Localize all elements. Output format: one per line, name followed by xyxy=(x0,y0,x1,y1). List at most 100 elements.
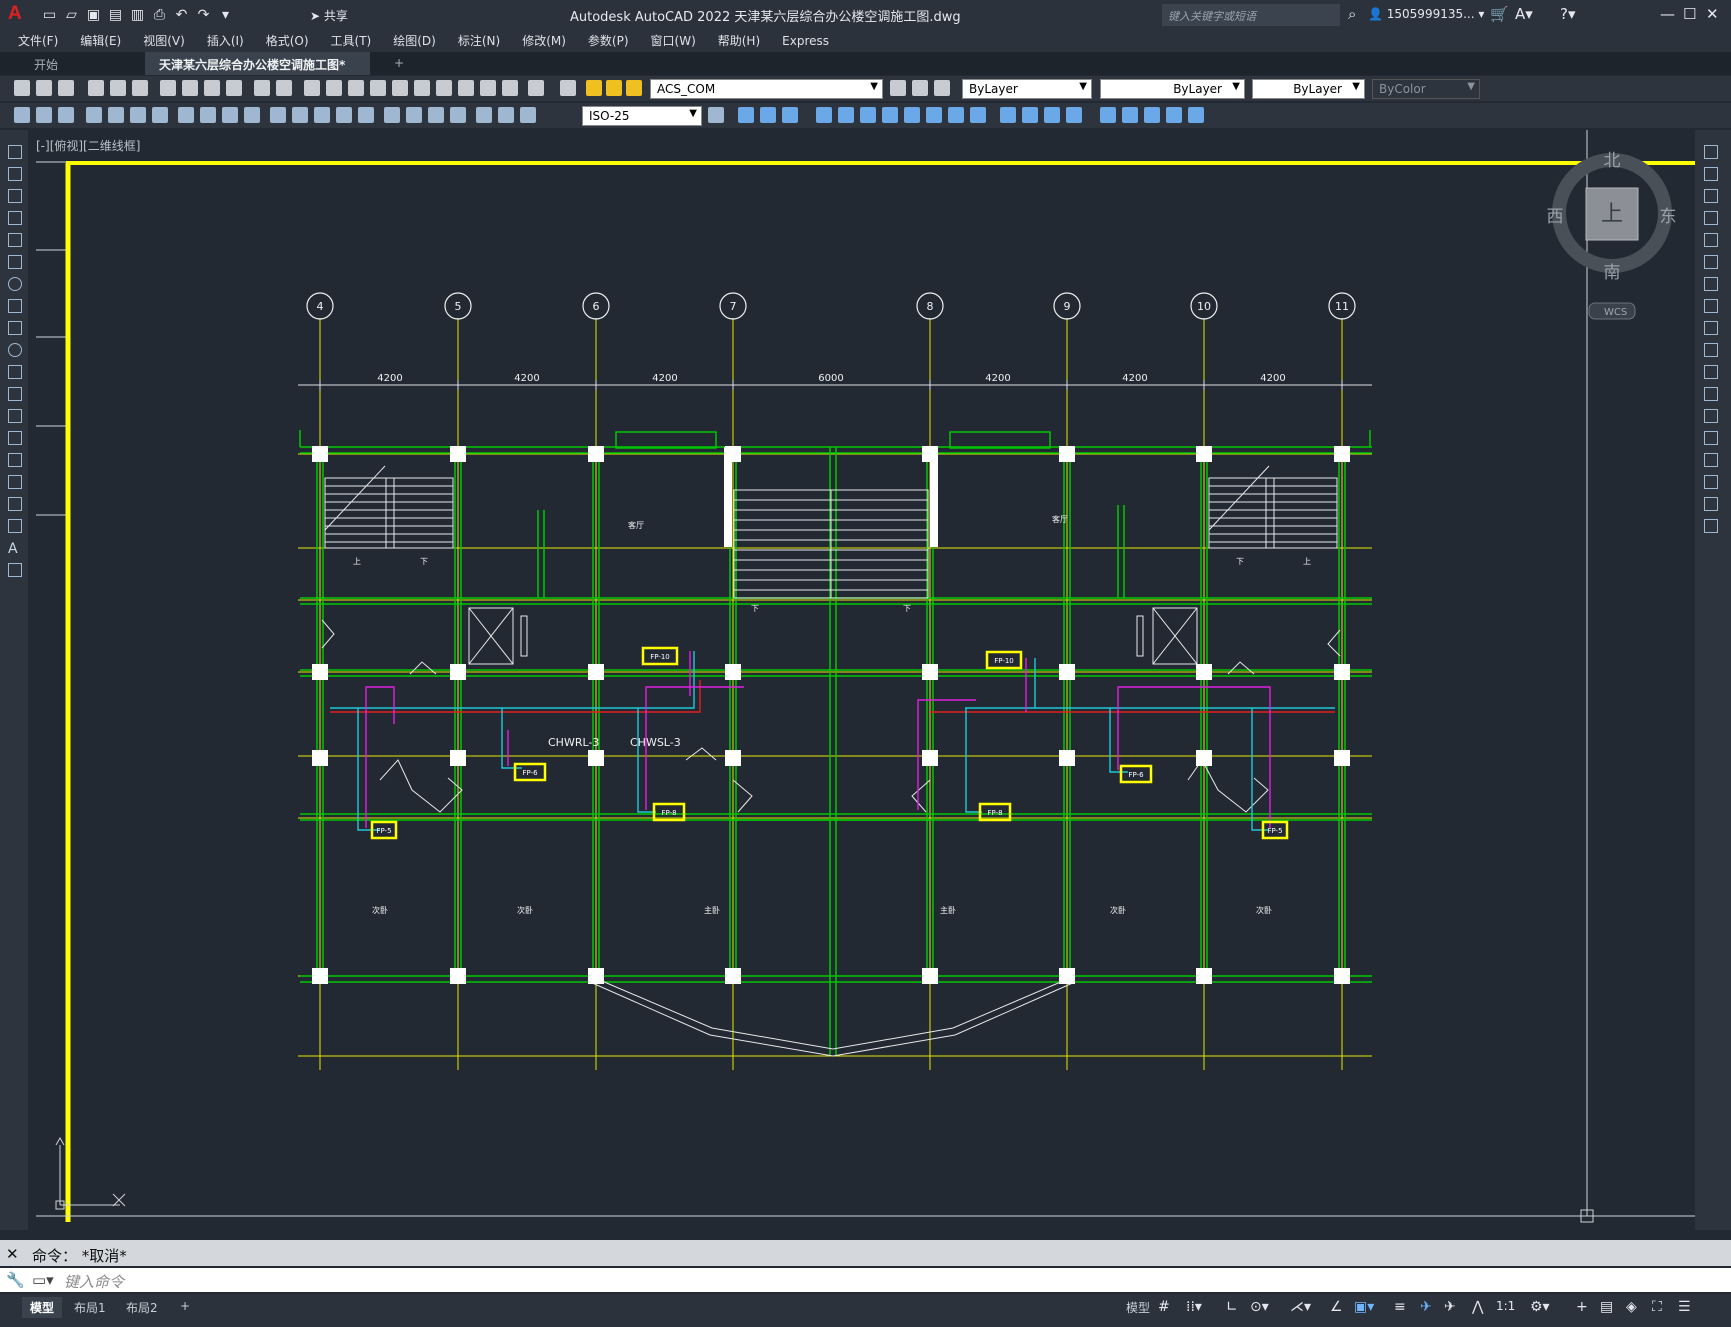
isolate-icon[interactable]: ◈ xyxy=(1626,1299,1637,1315)
customize-icon[interactable]: ▾ xyxy=(216,5,235,24)
scale-dropdown[interactable]: 1:1 xyxy=(1496,1299,1515,1313)
erase-icon[interactable] xyxy=(1704,145,1718,159)
menu-edit[interactable]: 编辑(E) xyxy=(80,30,121,52)
autoscale-icon[interactable]: ✈ xyxy=(1444,1299,1456,1315)
fillet-icon[interactable] xyxy=(1704,475,1718,489)
copy-icon[interactable] xyxy=(182,80,198,96)
compass-west[interactable]: 西 xyxy=(1547,207,1564,227)
viewcube[interactable]: 上 北 南 东 西 WCS xyxy=(1547,151,1677,320)
polar-icon[interactable]: ⊙▾ xyxy=(1250,1299,1269,1315)
compass-south[interactable]: 南 xyxy=(1604,263,1621,283)
array-icon[interactable] xyxy=(1704,233,1718,247)
search-icon[interactable]: ⌕ xyxy=(1348,5,1356,23)
rotate-icon[interactable] xyxy=(1704,277,1718,291)
menu-tools[interactable]: 工具(T) xyxy=(331,30,372,52)
copy-object-icon[interactable] xyxy=(760,107,776,123)
close-icon[interactable]: ✕ xyxy=(6,1245,19,1263)
chamfer-icon[interactable] xyxy=(1704,453,1718,467)
app-logo[interactable]: A xyxy=(8,3,22,25)
annotation-visibility-icon[interactable]: ✈ xyxy=(1420,1299,1432,1315)
center-mark-icon[interactable] xyxy=(406,107,422,123)
zoom-icon[interactable] xyxy=(326,80,342,96)
layer-icon[interactable] xyxy=(36,107,52,123)
jogged-icon[interactable] xyxy=(200,107,216,123)
erase-icon[interactable] xyxy=(738,107,754,123)
mirror-icon[interactable] xyxy=(1704,189,1718,203)
open-icon[interactable] xyxy=(36,80,52,96)
menu-modify[interactable]: 修改(M) xyxy=(522,30,566,52)
menu-dimension[interactable]: 标注(N) xyxy=(458,30,500,52)
edit-hatch-icon[interactable] xyxy=(1188,107,1204,123)
annotation-scale-icon[interactable]: ⋀ xyxy=(1472,1299,1483,1315)
move-icon[interactable] xyxy=(1704,255,1718,269)
tab-layout2[interactable]: 布局2 xyxy=(118,1297,166,1318)
offset-icon[interactable] xyxy=(816,107,832,123)
command-line[interactable]: 🔧 ▭▾ 键入命令 xyxy=(0,1268,1731,1292)
ortho-icon[interactable]: ∟ xyxy=(1226,1299,1238,1315)
new-icon[interactable]: ▭ xyxy=(40,5,59,24)
explode-icon[interactable] xyxy=(1704,519,1718,533)
menu-draw[interactable]: 绘图(D) xyxy=(393,30,436,52)
trim-icon[interactable] xyxy=(948,107,964,123)
light-bulb-icon[interactable] xyxy=(586,80,602,96)
inspect-icon[interactable] xyxy=(428,107,444,123)
chamfer-icon[interactable] xyxy=(1044,107,1060,123)
layer-state-icon[interactable] xyxy=(934,80,950,96)
arc-length-icon[interactable] xyxy=(130,107,146,123)
gear-icon[interactable]: ⚙▾ xyxy=(1530,1299,1550,1315)
explode-icon[interactable] xyxy=(1100,107,1116,123)
layer-properties-icon[interactable] xyxy=(560,80,576,96)
osnap-icon[interactable]: ∠ xyxy=(1330,1299,1343,1315)
properties-icon[interactable] xyxy=(392,80,408,96)
scale-icon[interactable] xyxy=(1704,299,1718,313)
open-icon[interactable]: ▱ xyxy=(62,5,81,24)
dim-update-icon[interactable] xyxy=(520,107,536,123)
close-icon[interactable]: ✕ xyxy=(1706,5,1719,23)
lineweight-icon[interactable]: ≡ xyxy=(1394,1299,1406,1315)
dim-text-edit-icon[interactable] xyxy=(498,107,514,123)
array-icon[interactable] xyxy=(838,107,854,123)
calculator-icon[interactable] xyxy=(502,80,518,96)
break-icon[interactable] xyxy=(358,107,374,123)
user-account[interactable]: 👤 1505999135... ▾ xyxy=(1368,7,1484,21)
table-icon[interactable] xyxy=(8,519,22,533)
matchprop-icon[interactable] xyxy=(226,80,242,96)
redo-icon[interactable]: ↷ xyxy=(194,5,213,24)
zoom-window-icon[interactable] xyxy=(348,80,364,96)
add-layout-icon[interactable]: + xyxy=(172,1297,198,1315)
scale-icon[interactable] xyxy=(904,107,920,123)
layer-previous-icon[interactable] xyxy=(912,80,928,96)
extend-icon[interactable] xyxy=(1704,365,1718,379)
add-selected-icon[interactable] xyxy=(8,563,22,577)
circle-icon[interactable] xyxy=(8,277,22,291)
gradient-icon[interactable] xyxy=(8,475,22,489)
command-prompt-icon[interactable]: ▭▾ xyxy=(32,1271,54,1289)
break-at-point-icon[interactable] xyxy=(1704,387,1718,401)
model-space-toggle[interactable]: 模型 xyxy=(1118,1297,1158,1318)
construction-line-icon[interactable] xyxy=(8,167,22,181)
hatch-icon[interactable] xyxy=(8,453,22,467)
add-icon[interactable]: + xyxy=(1576,1299,1588,1315)
join-icon[interactable] xyxy=(1022,107,1038,123)
layer-dropdown[interactable]: ACS_COM ▼ xyxy=(650,79,883,99)
lock-icon[interactable] xyxy=(626,80,642,96)
move-icon[interactable] xyxy=(860,107,876,123)
stretch-icon[interactable] xyxy=(926,107,942,123)
help-icon[interactable]: ?▾ xyxy=(1560,5,1576,23)
dim-edit-icon[interactable] xyxy=(476,107,492,123)
sun-icon[interactable] xyxy=(606,80,622,96)
share-button[interactable]: ➤ 共享 xyxy=(310,7,348,24)
command-wrench-icon[interactable]: 🔧 xyxy=(6,1271,25,1289)
line-icon[interactable] xyxy=(8,145,22,159)
pan-icon[interactable] xyxy=(304,80,320,96)
help-icon[interactable] xyxy=(528,80,544,96)
cut-icon[interactable] xyxy=(160,80,176,96)
undo-icon[interactable]: ↶ xyxy=(172,5,191,24)
redo-icon[interactable] xyxy=(276,80,292,96)
zoom-previous-icon[interactable] xyxy=(370,80,386,96)
design-center-icon[interactable] xyxy=(414,80,430,96)
dim-style-icon[interactable] xyxy=(708,107,724,123)
maximize-icon[interactable]: ☐ xyxy=(1683,5,1696,23)
dimstyle-dropdown[interactable]: ISO-25 ▼ xyxy=(582,106,702,126)
preview-icon[interactable] xyxy=(110,80,126,96)
